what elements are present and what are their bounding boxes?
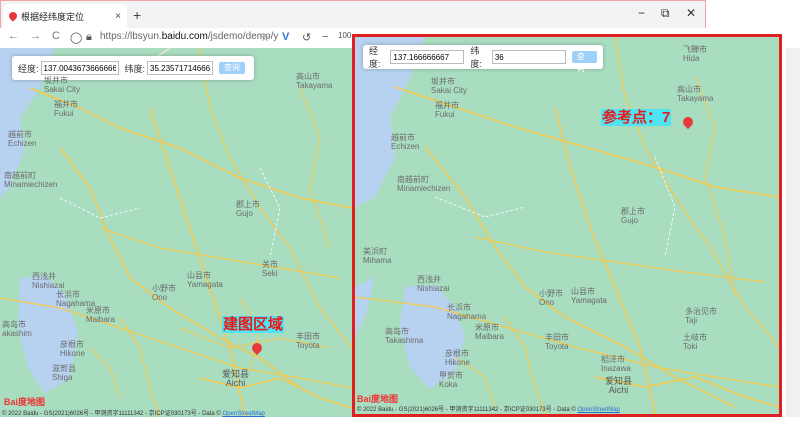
map-marker-icon[interactable] [683, 117, 693, 129]
query-button[interactable]: 查询 [571, 51, 597, 73]
tab-title: 根据经纬度定位 [21, 12, 85, 22]
close-window-button[interactable]: ✕ [686, 6, 696, 20]
page-scrollbar[interactable] [786, 48, 800, 417]
lat-label: 纬度: [124, 63, 146, 74]
place-label: 西浅井 Nishiazai [417, 275, 450, 293]
browser-window: 根据经纬度定位 × + − ⧉ ✕ ← → C ◯ 🔒︎ https://lbs… [0, 0, 800, 427]
restore-button[interactable]: ⧉ [661, 6, 670, 21]
place-label: 土岐市 Toki [683, 333, 707, 351]
place-label: 山县市 Yamagata [571, 287, 607, 305]
right-coordinate-panel: 经度: 纬度: 查询 [363, 45, 603, 73]
lat-input[interactable] [147, 61, 214, 75]
zoom-level: 100 [338, 31, 352, 40]
place-label: 西浅井 Nishiazai [32, 272, 65, 290]
place-label: 小野市 Ono [539, 289, 563, 307]
place-label: 彦根市 Hikone [445, 349, 470, 367]
extension-icon[interactable]: V [282, 31, 289, 43]
left-map[interactable]: 经度: 纬度: 查询 坂井市Sakai City 福井市Fukui 越前市Ech… [0, 48, 352, 417]
zoom-out-icon[interactable]: − [322, 31, 328, 43]
place-label: 米原市 Maibara [475, 323, 504, 341]
active-tab[interactable]: 根据经纬度定位 × [3, 4, 127, 29]
lat-input[interactable] [491, 50, 566, 64]
tab-bar: 根据经纬度定位 × + [0, 0, 706, 29]
place-label: 郡上市 Gujo [236, 200, 260, 218]
bookmark-star-icon[interactable]: ☆ [260, 31, 270, 44]
lat-label: 纬度: [470, 46, 482, 69]
place-label: 坂井市 Sakai City [431, 77, 468, 95]
place-label: 郡上市 Gujo [621, 207, 645, 225]
address-bar[interactable]: https://lbsyun.baidu.com/jsdemo/demo/y [100, 31, 278, 42]
province-label: 爱知县 Aichi [222, 369, 250, 388]
lng-input[interactable] [390, 50, 465, 64]
place-label: 越前市 Echizen [8, 130, 37, 148]
place-label: 南越前町 Minamiechizen [397, 175, 451, 193]
back-button[interactable]: ← [8, 30, 19, 42]
place-label: 长浜市 Nagahama [447, 303, 487, 321]
new-tab-button[interactable]: + [133, 7, 141, 23]
build-area-annotation: 建图区域 [222, 316, 285, 333]
place-label: 福井市 Fukui [435, 101, 459, 119]
place-label: 丰田市 Toyota [545, 333, 569, 351]
place-label: 关市 Seki [262, 260, 278, 278]
place-label: 滋贺县 Shiga [52, 364, 76, 382]
forward-button[interactable]: → [30, 30, 41, 42]
lock-icon[interactable]: 🔒︎ [86, 31, 92, 44]
place-label: 坂井市 Sakai City [44, 76, 81, 94]
place-label: 高岛市 Takashima [385, 327, 424, 345]
history-icon[interactable]: ↺ [302, 31, 311, 44]
place-label: 南越前町 Minamiechizen [4, 171, 58, 189]
place-label: 高山市 Takayama [296, 72, 333, 90]
map-marker-icon[interactable] [252, 343, 262, 355]
place-label: 彦根市 Hikone [60, 340, 85, 358]
location-pin-icon [9, 12, 17, 22]
map-copyright: © 2022 Baidu - GS(2021)6026号 - 甲测资字11111… [2, 411, 265, 417]
province-label: 爱知县 Aichi [605, 376, 633, 395]
place-label: 福井市 Fukui [54, 100, 78, 118]
reload-button[interactable]: C [52, 30, 60, 42]
place-label: 飞騨市 Hida [683, 45, 707, 63]
place-label: 稻泽市 Inazawa [601, 355, 631, 373]
place-label: 多治见市 Taji [685, 307, 717, 325]
place-label: 越前市 Echizen [391, 133, 420, 151]
place-label: 甲贺市 Koka [439, 371, 463, 389]
reference-point-annotation: 参考点：7 [601, 109, 672, 126]
shield-icon[interactable]: ◯ [70, 31, 82, 44]
query-button[interactable]: 查询 [219, 62, 246, 74]
lng-input[interactable] [40, 61, 119, 75]
place-label: 高岛市 akashim [2, 320, 32, 338]
left-map-graphic [0, 48, 352, 417]
place-label: 米原市 Maibara [86, 306, 115, 324]
place-label: 美浜町 Mihama [363, 247, 392, 265]
right-map-graphic [355, 37, 779, 414]
right-map[interactable]: 经度: 纬度: 查询 坂井市Sakai City 福井市Fukui 飞騨市Hid… [352, 34, 782, 417]
lng-label: 经度: [369, 46, 381, 69]
place-label: 小野市 Ono [152, 284, 176, 302]
tab-close-icon[interactable]: × [115, 11, 121, 22]
minimize-button[interactable]: − [638, 6, 645, 20]
place-label: 高山市 Takayama [677, 85, 714, 103]
baidu-logo: Bai度地图 [4, 397, 46, 407]
place-label: 丰田市 Toyota [296, 332, 320, 350]
place-label: 山县市 Yamagata [187, 271, 223, 289]
lng-label: 经度: [18, 63, 39, 74]
map-copyright: © 2022 Baidu - GS(2021)6026号 - 甲测资字11111… [357, 407, 620, 413]
